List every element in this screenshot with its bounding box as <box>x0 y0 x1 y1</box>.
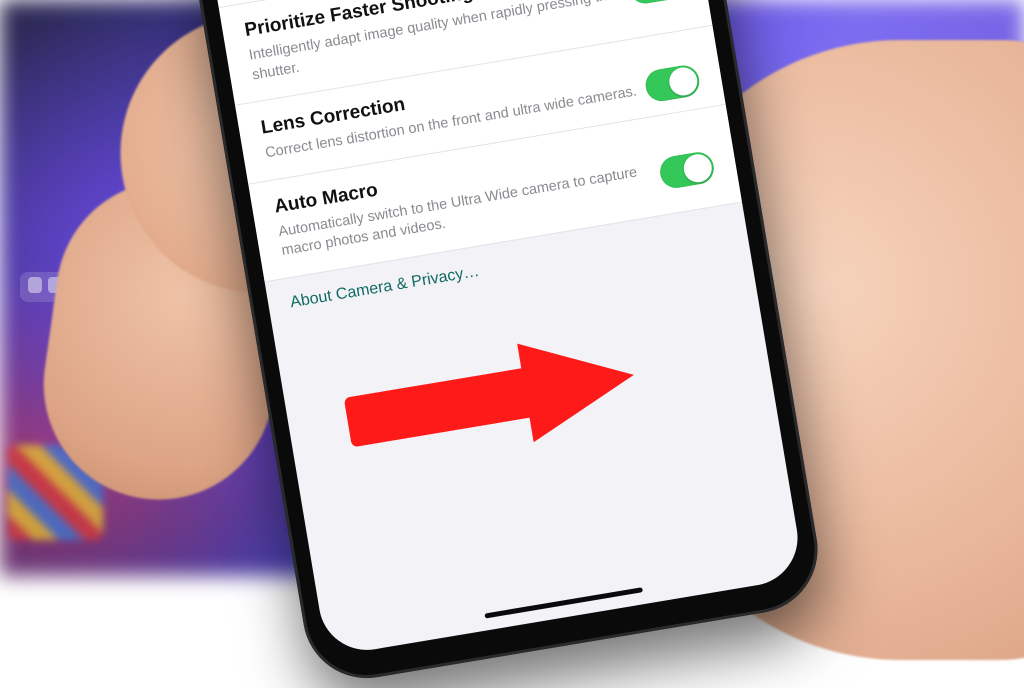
toggle-lens-correction[interactable] <box>643 63 702 103</box>
iphone: …Photographic Styles use machine learnin… <box>189 0 827 688</box>
toggle-prioritize-faster-shooting[interactable] <box>627 0 686 6</box>
toggle-auto-macro[interactable] <box>658 150 717 190</box>
settings-list: …Photographic Styles use machine learnin… <box>210 0 753 343</box>
